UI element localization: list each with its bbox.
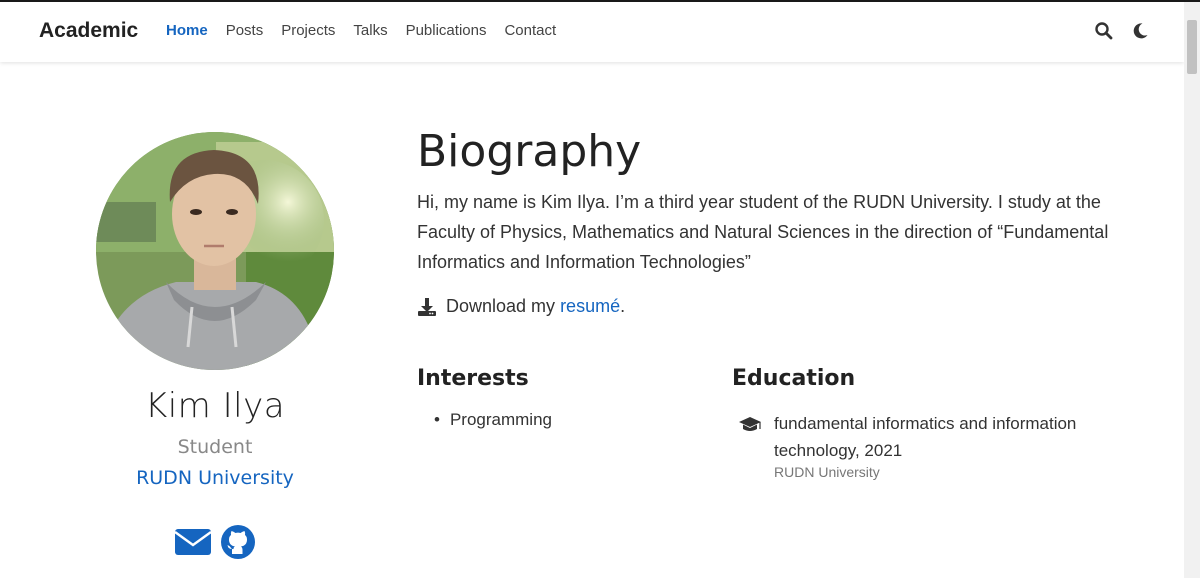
education-heading: Education xyxy=(732,366,856,391)
nav-link-talks[interactable]: Talks xyxy=(353,22,387,39)
profile-role: Student xyxy=(177,436,253,458)
page-scrollbar[interactable] xyxy=(1184,2,1200,578)
nav-link-publications[interactable]: Publications xyxy=(406,22,487,39)
avatar xyxy=(96,132,334,370)
nav-link-contact[interactable]: Contact xyxy=(504,22,556,39)
nav-menu: Home Posts Projects Talks Publications C… xyxy=(166,22,574,39)
resume-link[interactable]: resumé xyxy=(560,296,620,317)
navbar: Academic Home Posts Projects Talks Publi… xyxy=(0,2,1184,62)
biography-text: Hi, my name is Kim Ilya. I’m a third yea… xyxy=(417,192,1109,272)
download-icon xyxy=(418,297,436,316)
nav-link-home[interactable]: Home xyxy=(166,22,208,39)
interests-list: Programming xyxy=(436,410,552,430)
interests-heading: Interests xyxy=(417,366,529,391)
envelope-icon[interactable] xyxy=(174,527,212,557)
profile-photo xyxy=(96,132,334,370)
profile-organization-link[interactable]: RUDN University xyxy=(0,467,430,489)
education-course: fundamental informatics and information … xyxy=(774,414,1077,460)
social-links xyxy=(174,524,256,560)
nav-tools xyxy=(1094,21,1150,41)
nav-link-posts[interactable]: Posts xyxy=(226,22,264,39)
download-prefix: Download my xyxy=(446,296,556,316)
download-resume-row: Download my resumé. xyxy=(417,296,625,317)
scrollbar-thumb[interactable] xyxy=(1187,20,1197,74)
interest-item: Programming xyxy=(436,410,552,430)
download-suffix: . xyxy=(620,296,626,316)
search-icon[interactable] xyxy=(1094,21,1114,41)
profile-name: Kim Ilya xyxy=(144,386,286,426)
brand-logo[interactable]: Academic xyxy=(39,19,138,43)
graduation-cap-icon xyxy=(739,417,761,431)
education-institution: RUDN University xyxy=(774,464,880,480)
moon-icon[interactable] xyxy=(1130,21,1150,41)
biography-heading: Biography xyxy=(417,126,642,177)
github-icon[interactable] xyxy=(220,524,256,560)
nav-link-projects[interactable]: Projects xyxy=(281,22,335,39)
